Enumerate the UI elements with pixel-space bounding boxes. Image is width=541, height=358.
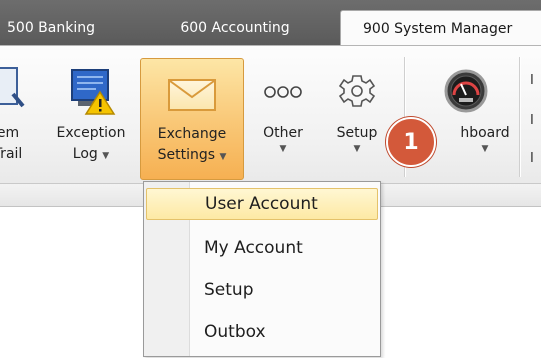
exchange-settings-label-line2: Settings ▼	[157, 147, 227, 163]
step-number-badge: 1	[386, 117, 436, 167]
tab-banking[interactable]: 500 Banking	[0, 10, 104, 46]
menu-item-outbox[interactable]: Outbox	[146, 316, 378, 348]
audit-trail-label-line1: em	[0, 125, 20, 141]
dashboard-button[interactable]: hboard ▼	[420, 58, 512, 180]
chevron-down-icon: ▼	[481, 144, 489, 154]
exception-log-label-line1: Exception	[56, 125, 126, 141]
setup-button[interactable]: Setup ▼	[320, 58, 394, 180]
other-button[interactable]: Other ▼	[250, 58, 316, 180]
envelope-icon	[167, 65, 217, 123]
chevron-down-icon: ▼	[102, 151, 110, 161]
exchange-settings-button[interactable]: Exchange Settings ▼	[140, 58, 244, 180]
chevron-down-icon: ▼	[219, 152, 227, 162]
ellipsis-icon	[258, 64, 308, 122]
menu-item-user-account[interactable]: User Account	[146, 188, 378, 220]
chevron-down-icon: ▼	[353, 144, 361, 154]
ribbon-group-separator	[519, 57, 520, 177]
audit-trail-icon	[0, 64, 33, 122]
gear-icon	[332, 64, 382, 122]
audit-trail-label-line2: Trail	[0, 146, 23, 162]
exchange-settings-dropdown-menu: User Account My Account Setup Outbox	[143, 181, 381, 357]
ribbon-tab-strip: 500 Banking 600 Accounting 900 System Ma…	[0, 0, 541, 46]
ribbon-side-item[interactable]: I	[530, 113, 534, 128]
tab-accounting[interactable]: 600 Accounting	[160, 10, 310, 46]
menu-item-setup[interactable]: Setup	[146, 274, 378, 306]
ribbon-side-item[interactable]: I	[530, 151, 534, 166]
dashboard-gauge-icon	[441, 64, 491, 122]
exception-log-icon	[66, 64, 116, 122]
exchange-settings-label-line1: Exchange	[157, 126, 227, 142]
ribbon-side-item[interactable]: I	[530, 73, 534, 88]
tab-system-manager[interactable]: 900 System Manager	[340, 10, 541, 46]
exception-log-label-line2: Log ▼	[72, 146, 110, 162]
chevron-down-icon: ▼	[279, 144, 287, 154]
menu-item-my-account[interactable]: My Account	[146, 232, 378, 264]
audit-trail-button[interactable]: em Trail	[0, 58, 38, 180]
other-label: Other	[263, 125, 303, 141]
exception-log-button[interactable]: Exception Log ▼	[46, 58, 136, 180]
setup-label: Setup	[336, 125, 378, 141]
